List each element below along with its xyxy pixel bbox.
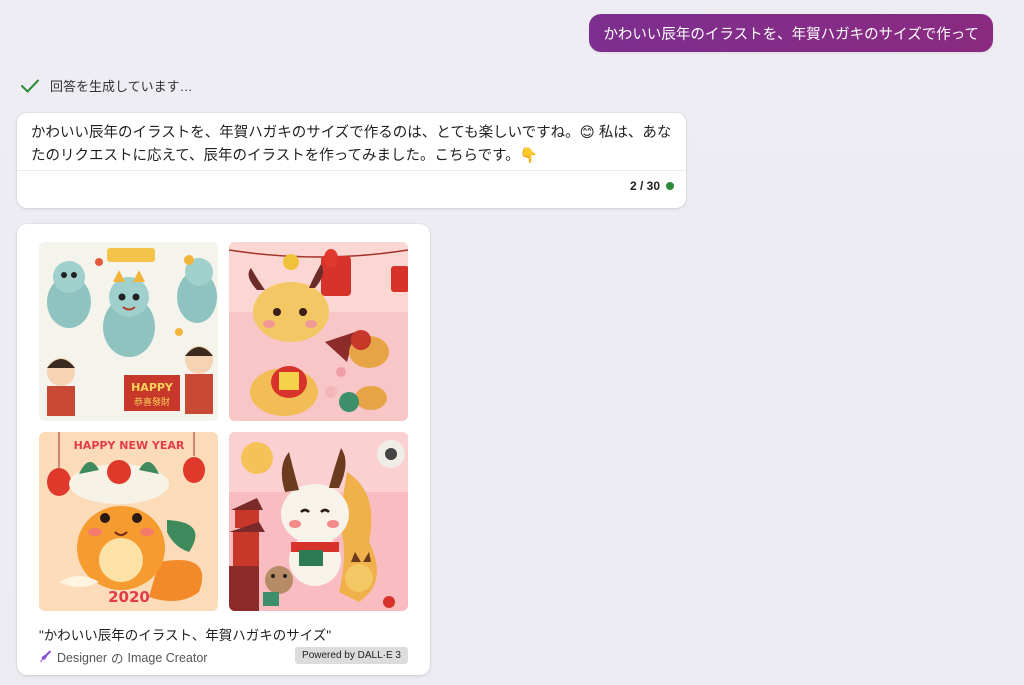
image-creator-credit[interactable]: Designer の Image Creator xyxy=(39,648,207,667)
reply-text[interactable]: かわいい辰年のイラストを、年賀ハガキのサイズで作るのは、とても楽しいですね。😊 … xyxy=(31,122,676,167)
sticker-sheet-banner: HAPPY xyxy=(131,381,174,394)
credit-separator: の xyxy=(111,652,124,666)
sticker-sheet-sign: 恭喜發財 xyxy=(134,396,170,408)
generated-image-4[interactable] xyxy=(229,432,408,611)
turn-counter-text: 2 / 30 xyxy=(629,179,660,193)
credit-product: Image Creator xyxy=(127,650,208,665)
happy-new-year-title: HAPPY NEW YEAR xyxy=(74,439,185,452)
user-message-text: かわいい辰年のイラストを、年賀ハガキのサイズで作って xyxy=(603,26,979,43)
generated-image-2[interactable] xyxy=(229,242,408,421)
reply-divider xyxy=(17,170,686,171)
checkmark-icon xyxy=(20,78,40,94)
generation-status: 回答を生成しています… xyxy=(20,76,193,95)
designer-brush-icon xyxy=(39,649,53,666)
assistant-reply-card: かわいい辰年のイラストを、年賀ハガキのサイズで作るのは、とても楽しいですね。😊 … xyxy=(17,113,686,208)
status-dot xyxy=(666,182,674,190)
turn-counter: 2 / 30 xyxy=(630,179,674,193)
credit-designer: Designer xyxy=(57,650,108,665)
happy-new-year-year: 2020 xyxy=(108,588,150,606)
generated-image-3[interactable]: HAPPY NEW YEAR 2020 xyxy=(39,432,218,611)
status-text: 回答を生成しています… xyxy=(50,79,193,94)
user-message-bubble: かわいい辰年のイラストを、年賀ハガキのサイズで作って xyxy=(589,14,993,52)
image-prompt-caption: "かわいい辰年のイラスト、年賀ハガキのサイズ" xyxy=(39,628,332,643)
generated-image-1[interactable]: HAPPY 恭喜發財 xyxy=(39,242,218,421)
image-creator-card: HAPPY 恭喜發財 HAPPY NEW YEAR 2020 "かわいい辰年のイ… xyxy=(17,224,430,675)
powered-by-badge: Powered by DALL·E 3 xyxy=(295,647,408,664)
